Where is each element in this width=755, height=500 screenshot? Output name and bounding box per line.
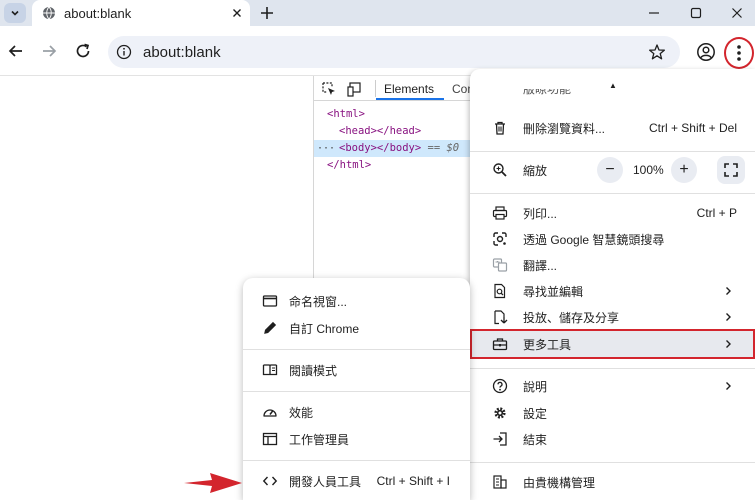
submenu-divider: [243, 460, 470, 461]
submenu-item-reading-mode[interactable]: 閱讀模式: [243, 357, 470, 383]
tab-search-button[interactable]: [4, 3, 26, 23]
red-arrow-icon: [184, 473, 242, 493]
chevron-right-icon: [726, 340, 731, 348]
submenu-divider: [243, 391, 470, 392]
zoom-level: 100%: [633, 163, 664, 177]
zoom-out-button[interactable]: −: [597, 157, 623, 183]
back-arrow-icon[interactable]: [6, 41, 26, 61]
chevron-down-icon: [11, 10, 19, 16]
profile-avatar-icon[interactable]: [696, 42, 716, 62]
minimize-icon[interactable]: [646, 5, 662, 21]
menu-item-clear-browsing-data[interactable]: 刪除瀏覽資料... Ctrl + Shift + Del: [470, 115, 755, 141]
info-icon[interactable]: [116, 44, 132, 60]
close-icon[interactable]: [230, 6, 244, 20]
menu-divider: [470, 462, 755, 463]
selected-marker: == $0: [427, 142, 460, 154]
active-tab[interactable]: about:blank: [32, 0, 250, 26]
printer-icon: [492, 206, 508, 220]
star-bookmark-icon[interactable]: [648, 43, 666, 61]
submenu-item-name-window[interactable]: 命名視窗...: [243, 288, 470, 314]
menu-item-zoom: 縮放 − 100% +: [470, 156, 755, 184]
code-icon: [262, 476, 278, 486]
dom-tree: <html> <head></head> ··· <body></body> =…: [314, 101, 473, 174]
toolbox-icon: [492, 338, 508, 351]
tab-elements[interactable]: Elements: [384, 82, 434, 96]
find-icon: [494, 283, 506, 299]
forward-arrow-icon[interactable]: [39, 41, 59, 61]
menu-item-managed-by-org[interactable]: 由貴機構管理: [470, 469, 755, 495]
address-bar[interactable]: about:blank: [108, 36, 680, 68]
task-manager-icon: [262, 432, 278, 446]
menu-divider: [470, 151, 755, 152]
dom-node[interactable]: <head></head>: [314, 123, 473, 140]
menu-item-find-edit[interactable]: 尋找並編輯: [470, 278, 755, 304]
globe-icon: [43, 6, 55, 20]
dom-node-selected[interactable]: ··· <body></body> == $0: [314, 140, 473, 157]
speedometer-icon: [263, 409, 277, 417]
tab-strip: about:blank: [0, 0, 755, 26]
maximize-icon[interactable]: [688, 5, 704, 21]
submenu-item-customize-chrome[interactable]: 自訂 Chrome: [243, 315, 470, 341]
window-icon: [262, 295, 278, 307]
building-icon: [493, 475, 507, 489]
share-icon: [494, 310, 508, 325]
active-tab-indicator: [376, 98, 444, 100]
menu-item-translate[interactable]: 翻譯...: [470, 252, 755, 278]
three-dots-vertical-icon: [737, 45, 741, 61]
gear-icon: [494, 407, 506, 419]
book-icon: [262, 364, 278, 376]
menu-item-print[interactable]: 列印... Ctrl + P: [470, 200, 755, 226]
menu-item-exit[interactable]: 結束: [470, 426, 755, 452]
close-window-icon[interactable]: [729, 5, 745, 21]
menu-divider: [470, 368, 755, 369]
customize-menu-button[interactable]: [724, 37, 754, 69]
devtools-separator: [375, 80, 376, 97]
device-toolbar-icon[interactable]: [347, 81, 363, 97]
more-options-dots[interactable]: ···: [317, 140, 335, 157]
pencil-icon: [264, 321, 277, 334]
translate-icon: [492, 258, 508, 272]
menu-item-cast-save-share[interactable]: 投放、儲存及分享: [470, 304, 755, 330]
submenu-item-performance[interactable]: 效能: [243, 399, 470, 425]
dom-node[interactable]: </html>: [314, 157, 473, 174]
submenu-divider: [243, 349, 470, 350]
chevron-right-icon: [726, 313, 731, 321]
exit-icon: [493, 432, 507, 446]
help-icon: [492, 378, 508, 394]
lens-icon: [493, 232, 507, 246]
menu-item-google-lens[interactable]: 透過 Google 智慧鏡頭搜尋: [470, 226, 755, 252]
chevron-right-icon: [726, 287, 731, 295]
fullscreen-icon: [724, 163, 738, 177]
chevron-right-icon: [726, 382, 731, 390]
submenu-item-developer-tools[interactable]: 開發人員工具 Ctrl + Shift + I: [243, 468, 470, 494]
more-tools-submenu: 命名視窗... 自訂 Chrome 閱讀模式 效能 工作管理員 開發人員工具 C…: [243, 278, 470, 500]
menu-item-settings[interactable]: 設定: [470, 400, 755, 426]
tab-title: about:blank: [64, 5, 132, 21]
devtools-tab-bar: Elements Con: [314, 76, 474, 101]
submenu-item-task-manager[interactable]: 工作管理員: [243, 426, 470, 452]
menu-item-help[interactable]: 說明: [470, 373, 755, 399]
reload-icon[interactable]: [73, 41, 93, 61]
new-tab-plus-icon[interactable]: [258, 4, 276, 22]
url-text[interactable]: about:blank: [143, 44, 221, 61]
menu-item-partial[interactable]: 版瞭功能: [470, 89, 755, 105]
zoom-in-button[interactable]: +: [671, 157, 697, 183]
fullscreen-button[interactable]: [717, 156, 745, 184]
inspect-element-icon[interactable]: [321, 81, 337, 97]
dom-node[interactable]: <html>: [314, 106, 473, 123]
menu-item-more-tools[interactable]: 更多工具: [470, 329, 755, 359]
devtools-panel: Elements Con <html> <head></head> ··· <b…: [313, 76, 474, 286]
chrome-main-menu: ▲ 版瞭功能 刪除瀏覽資料... Ctrl + Shift + Del 縮放 −…: [470, 69, 755, 500]
menu-divider: [470, 193, 755, 194]
zoom-icon: [493, 163, 507, 177]
trash-icon: [495, 121, 505, 135]
